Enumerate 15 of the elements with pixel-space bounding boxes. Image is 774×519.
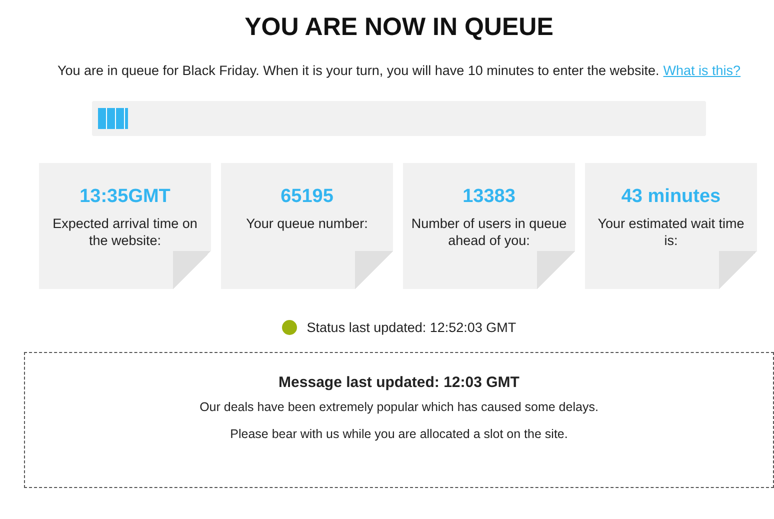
message-title: Message last updated: 12:03 GMT (278, 374, 520, 392)
card-value: 13383 (462, 185, 516, 209)
card-label: Expected arrival time on the website: (52, 215, 198, 249)
card-value: 65195 (280, 185, 334, 209)
card-label: Your estimated wait time is: (596, 215, 746, 249)
card-value: 13:35GMT (78, 185, 172, 209)
card-label: Your queue number: (245, 215, 369, 232)
intro-text: You are in queue for Black Friday. When it is your turn, you will have 10 minutes to enter the website. (57, 63, 660, 78)
status-text: Status last updated: 12:52:03 GMT (306, 320, 516, 335)
card-value: 43 minutes (620, 185, 722, 209)
help-link[interactable]: What is this? (663, 63, 741, 78)
message-text: Our deals have been extremely popular which has caused some delays. (198, 400, 600, 415)
page-title: YOU ARE NOW IN QUEUE (244, 12, 554, 42)
card-label: Number of users in queue ahead of you: (410, 215, 568, 249)
message-text: Please bear with us while you are allocated a slot on the site. (229, 427, 569, 442)
